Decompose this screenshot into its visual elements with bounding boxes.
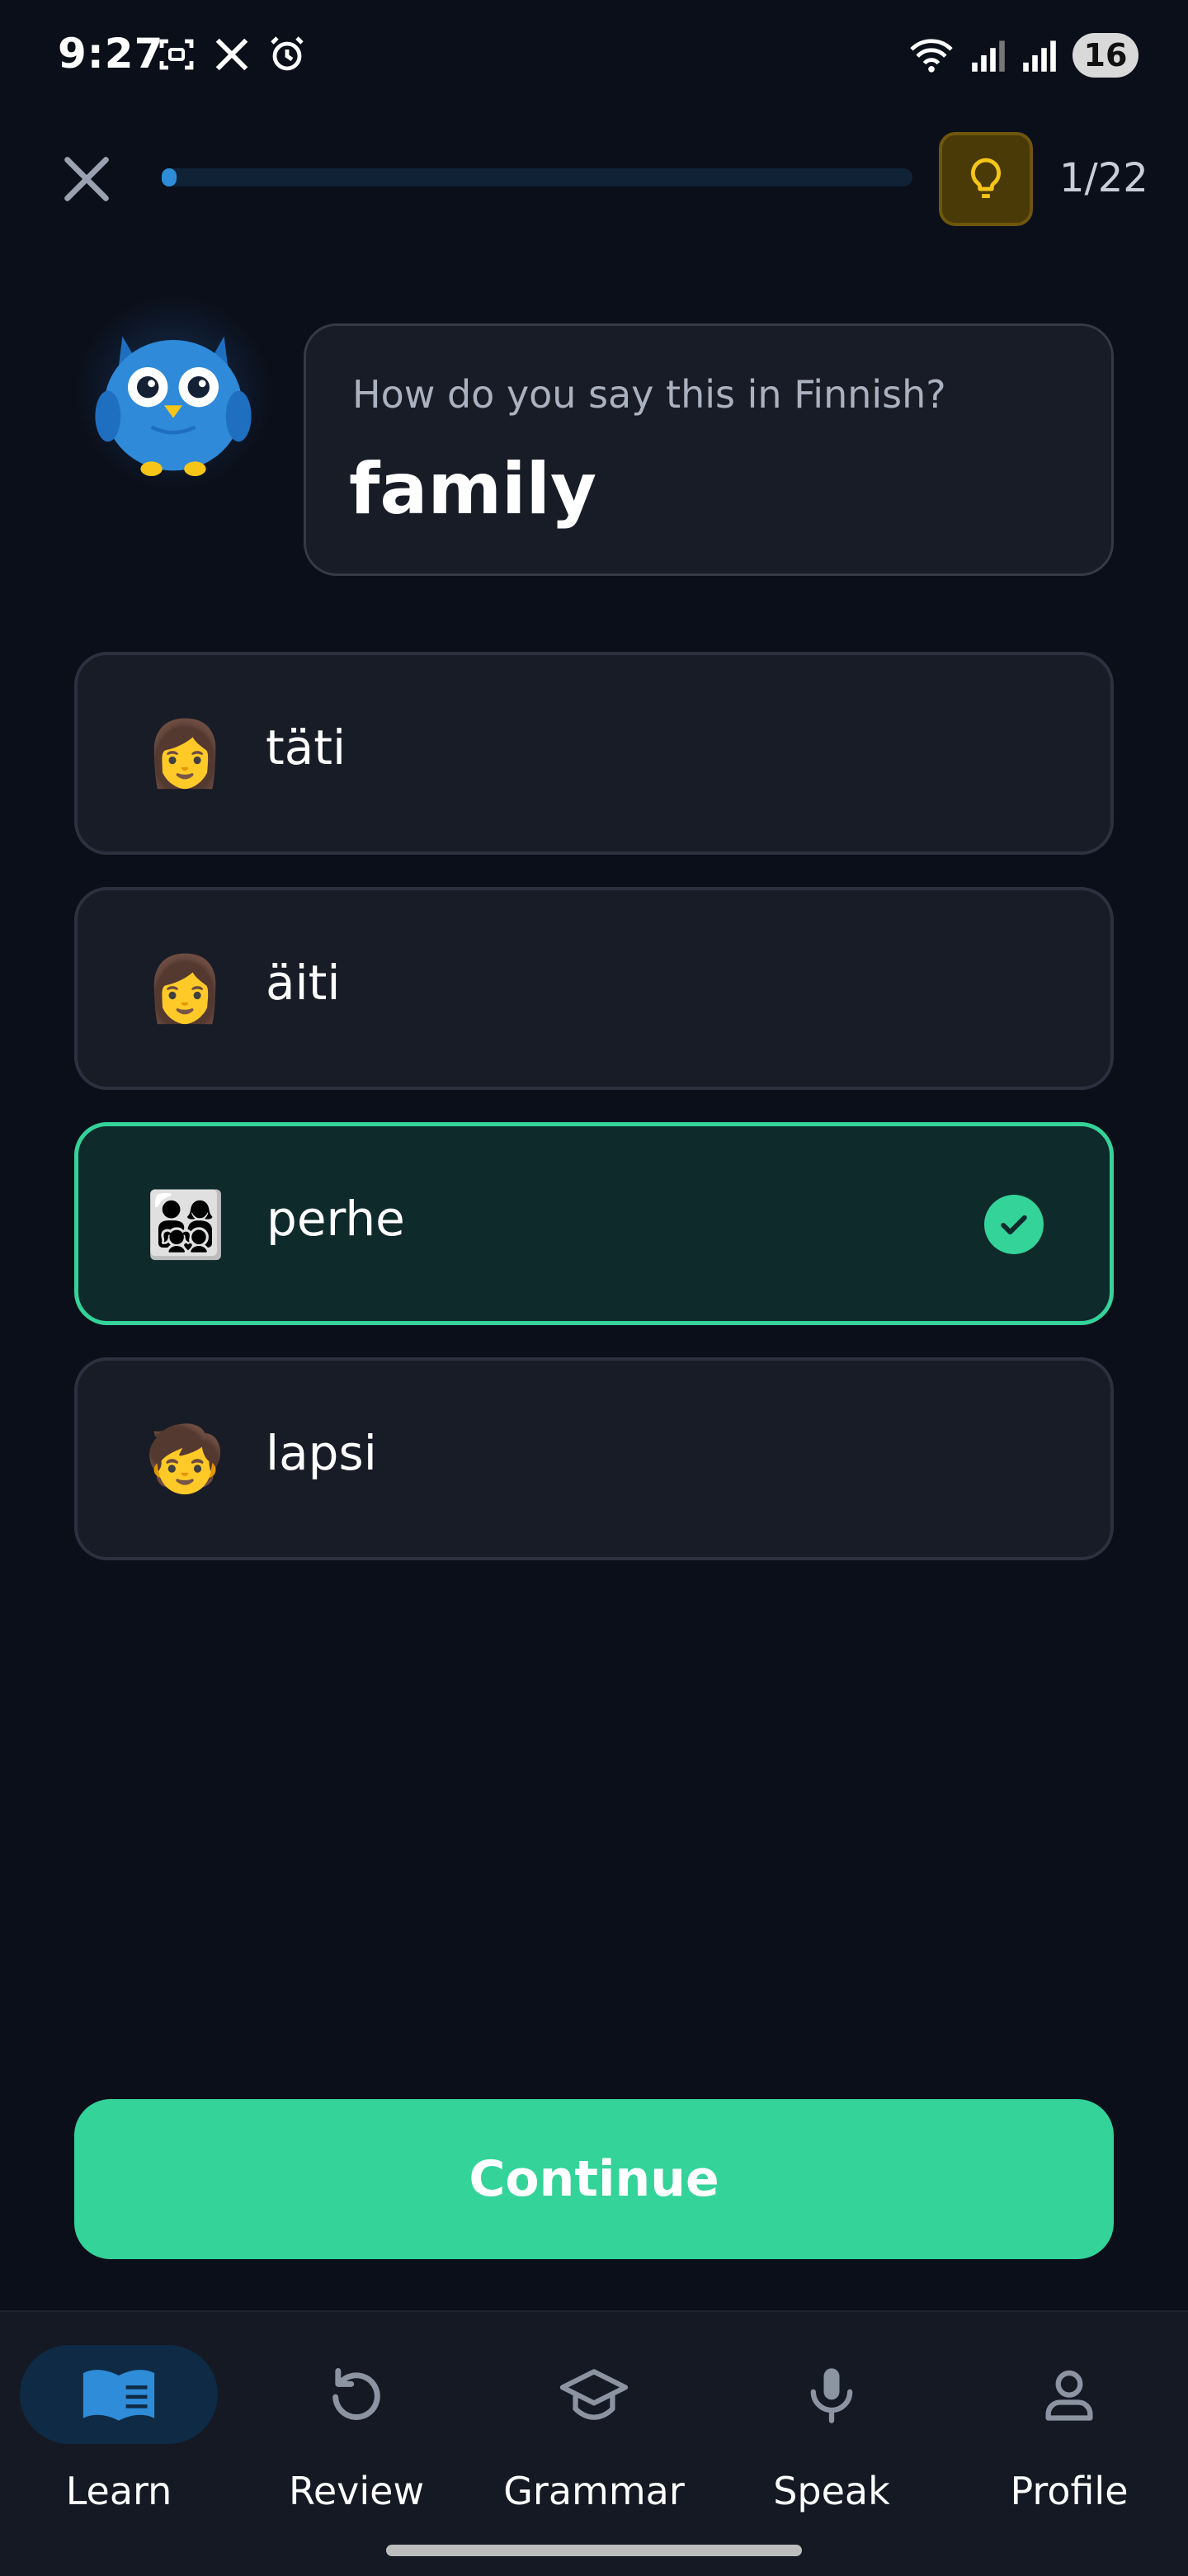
nav-item-speak[interactable]: Speak [716,2345,947,2526]
question-card: How do you say this in Finnish? family [304,323,1114,576]
question-prompt: How do you say this in Finnish? [352,372,946,417]
child-emoji-icon: 🧒 [144,1422,225,1497]
answer-option-selected[interactable]: 👨‍👩‍👧‍👦 perhe [74,1122,1114,1325]
family-emoji-icon: 👨‍👩‍👧‍👦 [145,1187,226,1262]
signal-roaming-icon [1023,40,1056,72]
nav-label-grammar: Grammar [503,2469,685,2513]
close-icon[interactable] [58,150,116,208]
answer-option-label: perhe [266,1191,405,1247]
answer-option[interactable]: 🧒 lapsi [74,1357,1114,1560]
microphone-icon [810,2368,853,2423]
nav-item-learn[interactable]: Learn [3,2345,234,2526]
answer-option[interactable]: 👩 täti [74,652,1114,855]
lightbulb-icon [970,158,1002,198]
person-icon [1045,2370,1093,2421]
continue-button[interactable]: Continue [74,2099,1114,2259]
woman-emoji-icon: 👩 [144,951,225,1026]
nav-label-review: Review [288,2469,425,2513]
lesson-progress-fill [162,168,177,186]
signal-icon [972,40,1005,72]
screenshot-icon [159,39,194,70]
nav-label-profile: Profile [1010,2469,1129,2513]
refresh-icon [332,2368,380,2420]
question-counter: 1/22 [1059,155,1148,201]
status-right-icons: 16 [908,33,1138,78]
x-logo-icon [215,38,248,71]
status-left-icons [157,35,307,74]
home-indicator[interactable] [386,2545,802,2556]
question-word: family [349,448,597,531]
hint-button[interactable] [939,132,1033,226]
lesson-progress-bar [162,168,912,186]
nav-label-learn: Learn [65,2469,172,2513]
nav-active-pill [20,2345,218,2444]
checkmark-icon [984,1195,1044,1254]
answer-option-label: lapsi [266,1425,377,1481]
nav-label-speak: Speak [773,2469,890,2513]
nav-item-profile[interactable]: Profile [954,2345,1185,2526]
woman-emoji-icon: 👩 [144,716,225,791]
wifi-icon [910,39,953,73]
nav-item-review[interactable]: Review [241,2345,472,2526]
bottom-nav: Learn Review Grammar Speak Profile [0,2310,1188,2576]
owl-mascot-icon [95,336,252,476]
answer-option[interactable]: 👩 äiti [74,887,1114,1090]
book-icon [82,2370,155,2421]
nav-item-grammar[interactable]: Grammar [478,2345,710,2526]
status-time: 9:27 [58,30,164,78]
answer-option-label: äiti [266,955,341,1011]
battery-level: 16 [1072,33,1138,78]
answer-option-label: täti [266,719,346,776]
alarm-icon [271,36,304,71]
graduation-cap-icon [559,2369,629,2420]
